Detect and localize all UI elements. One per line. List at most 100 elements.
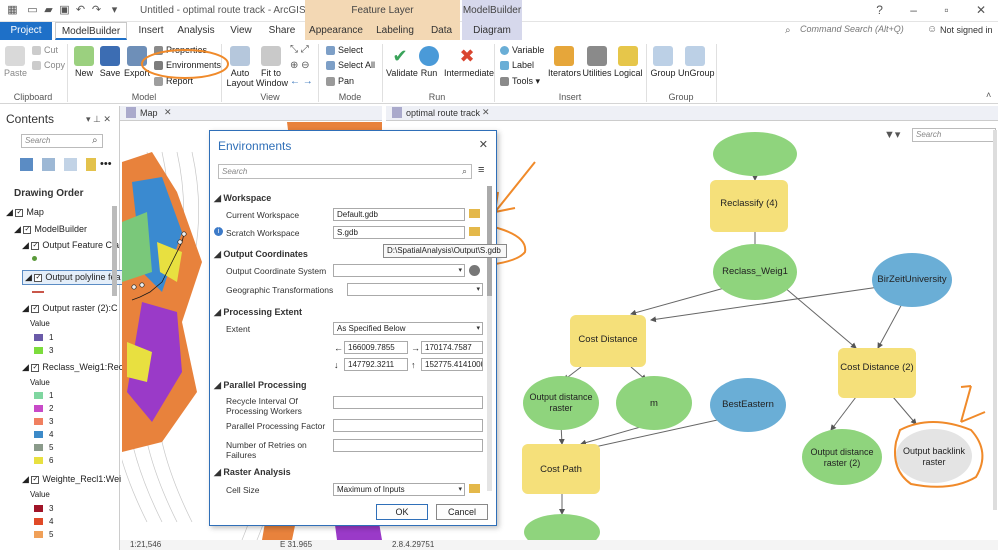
section-output-coordinates[interactable]: ◢ Output Coordinates (214, 249, 308, 260)
ungroup-button[interactable]: UnGroup (678, 46, 715, 78)
ocs-dropdown[interactable]: ▾ (333, 264, 465, 277)
cancel-button[interactable]: Cancel (436, 504, 488, 520)
node-output-distance-2[interactable]: Output distance raster (2) (802, 447, 882, 469)
layer-reclass-weig1[interactable]: ◢ ✓ Reclass_Weig1:Rec (22, 362, 123, 373)
node-output-distance[interactable]: Output distance raster (523, 392, 599, 414)
section-workspace[interactable]: ◢ Workspace (214, 193, 271, 204)
checkbox[interactable]: ✓ (23, 225, 32, 234)
ribbon-collapse-icon[interactable]: ˄ (986, 90, 991, 100)
node-cost-path[interactable]: Cost Path (522, 464, 600, 475)
extent-left-field[interactable]: 166009.7855 (344, 341, 408, 354)
ok-button[interactable]: OK (376, 504, 428, 520)
checkbox[interactable]: ✓ (31, 241, 40, 250)
new-project-icon[interactable]: ▭ (26, 4, 39, 17)
checkbox[interactable]: ✓ (15, 208, 24, 217)
redo-icon[interactable]: ↷ (90, 4, 103, 17)
command-search-input[interactable]: Command Search (Alt+Q) (800, 24, 930, 38)
contents-title: Contents (6, 112, 55, 126)
extent-top-field[interactable]: 152775.4141000 (421, 358, 483, 371)
node-besteastern[interactable]: BestEastern (710, 399, 786, 410)
save-button[interactable]: Save (98, 46, 122, 78)
tab-share[interactable]: Share (262, 22, 302, 40)
sign-in-status[interactable]: Not signed in (940, 25, 993, 35)
maximize-icon[interactable]: ▫ (944, 3, 948, 17)
layer-modelbuilder[interactable]: ◢ ✓ ModelBuilder (14, 224, 87, 235)
tab-view[interactable]: View (222, 22, 260, 40)
pin-icon[interactable]: ▾ ⊥ ✕ (86, 114, 111, 125)
section-parallel-processing[interactable]: ◢ Parallel Processing (214, 380, 306, 391)
close-icon[interactable]: ✕ (976, 3, 986, 17)
folder-icon[interactable] (469, 209, 480, 218)
layer-weighte-recl1[interactable]: ◢ ✓ Weighte_Recl1:Wei (22, 474, 121, 485)
list-by-editing-icon[interactable] (86, 158, 96, 171)
canvas-scrollbar[interactable] (993, 130, 997, 510)
legend-item: 4 (34, 430, 53, 439)
dialog-close-icon[interactable]: ✕ (479, 138, 488, 151)
section-raster-analysis[interactable]: ◢ Raster Analysis (214, 467, 291, 478)
tab-appearance[interactable]: Appearance (305, 22, 367, 40)
extent-dropdown[interactable]: As Specified Below ▾ (333, 322, 483, 335)
tab-diagram[interactable]: Diagram (462, 22, 522, 40)
tab-data[interactable]: Data (423, 22, 460, 40)
list-by-selection-icon[interactable] (64, 158, 77, 171)
dialog-scrollbar[interactable] (487, 186, 492, 491)
tab-modelbuilder[interactable]: ModelBuilder (55, 22, 127, 40)
tab-project[interactable]: Project (0, 22, 52, 40)
scratch-workspace-field[interactable]: S.gdb (333, 226, 465, 239)
node-birzeit[interactable]: BirZeitUniversity (872, 274, 952, 285)
more-icon[interactable]: ••• (100, 158, 112, 170)
help-icon[interactable]: ? (876, 3, 883, 17)
contents-search-input[interactable]: Search (21, 134, 103, 148)
layer-output-feature[interactable]: ◢ ✓ Output Feature Cla (22, 240, 119, 251)
group-button[interactable]: Group (650, 46, 676, 78)
tab-analysis[interactable]: Analysis (174, 22, 218, 40)
geo-transform-dropdown[interactable]: ▾ (347, 283, 483, 296)
factor-field[interactable] (333, 419, 483, 432)
map-scale[interactable]: 1:21,546 (130, 540, 161, 549)
folder-icon[interactable] (469, 227, 480, 236)
node-reclassify4[interactable]: Reclassify (4) (710, 198, 788, 209)
checkbox[interactable]: ✓ (31, 363, 40, 372)
save-icon[interactable]: ▣ (58, 4, 71, 17)
node-output-backlink[interactable]: Output backlink raster (896, 446, 972, 468)
list-by-source-icon[interactable] (42, 158, 55, 171)
list-by-drawing-order-icon[interactable] (20, 158, 33, 171)
cell-size-dropdown[interactable]: Maximum of Inputs ▾ (333, 483, 465, 496)
node-cost-distance-2[interactable]: Cost Distance (2) (838, 362, 916, 373)
qat-dropdown-icon[interactable]: ▾ (108, 4, 121, 17)
menu-icon[interactable]: ≡ (478, 164, 484, 176)
context-feature-layer: Feature Layer (305, 0, 460, 22)
iterators-button[interactable]: Iterators (548, 46, 581, 78)
node-cost-distance[interactable]: Cost Distance (570, 334, 646, 345)
tab-labeling[interactable]: Labeling (367, 22, 423, 40)
folder-icon[interactable] (469, 484, 480, 493)
dialog-search-input[interactable]: Search (218, 164, 472, 179)
checkbox[interactable]: ✓ (31, 475, 40, 484)
contents-scrollbar[interactable] (112, 206, 117, 296)
checkbox[interactable]: ✓ (31, 304, 40, 313)
new-button[interactable]: New (72, 46, 96, 78)
retries-field[interactable] (333, 439, 483, 452)
copy-button[interactable]: Copy (32, 60, 65, 71)
logical-button[interactable]: Logical (614, 46, 643, 78)
globe-icon[interactable] (469, 265, 480, 276)
section-processing-extent[interactable]: ◢ Processing Extent (214, 307, 302, 318)
layer-output-polyline[interactable]: ◢ ✓ Output polyline fea (22, 270, 124, 285)
current-workspace-field[interactable]: Default.gdb (333, 208, 465, 221)
undo-icon[interactable]: ↶ (74, 4, 87, 17)
open-icon[interactable]: ▰ (42, 4, 55, 17)
node-reclass-weig1[interactable]: Reclass_Weig1 (713, 266, 797, 277)
extent-bottom-field[interactable]: 147792.3211 (344, 358, 408, 371)
paste-button[interactable]: Paste (4, 46, 27, 78)
utilities-button[interactable]: Utilities (582, 46, 612, 78)
tab-insert[interactable]: Insert (130, 22, 172, 40)
cut-button[interactable]: Cut (32, 45, 58, 56)
recycle-interval-field[interactable] (333, 396, 483, 409)
minimize-icon[interactable]: – (910, 3, 917, 17)
layer-map[interactable]: ◢ ✓ Map (6, 207, 44, 218)
checkbox[interactable]: ✓ (34, 273, 43, 282)
layer-output-raster[interactable]: ◢ ✓ Output raster (2):C (22, 303, 117, 314)
extent-right-field[interactable]: 170174.7587 (421, 341, 483, 354)
logical-icon (618, 46, 638, 66)
node-m[interactable]: m (616, 398, 692, 409)
